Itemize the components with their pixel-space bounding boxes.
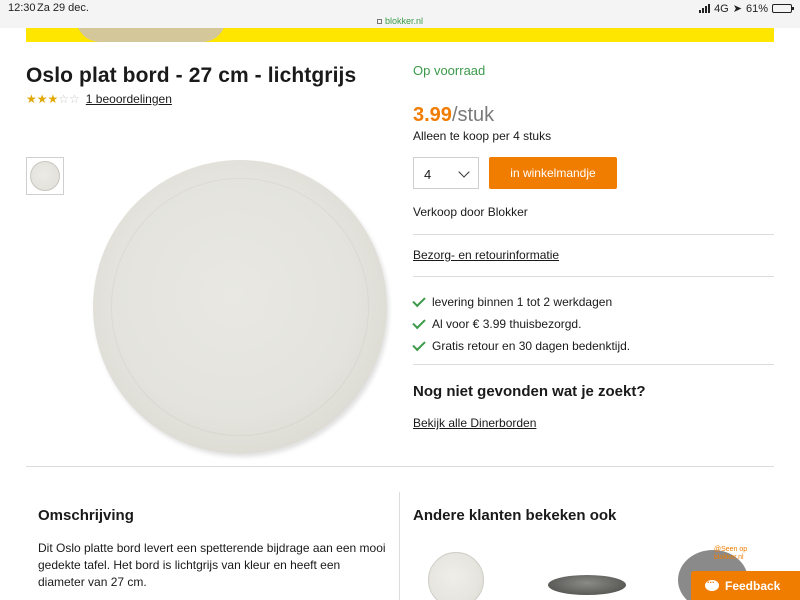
sold-per-note: Alleen te koop per 4 stuks (413, 129, 552, 143)
quantity-value: 4 (424, 167, 432, 182)
all-dinner-plates-link[interactable]: Bekijk alle Dinerborden (413, 416, 536, 430)
product-price: 3.99/stuk (413, 104, 494, 127)
usp-list: levering binnen 1 tot 2 werkdagen Al voo… (412, 291, 630, 357)
shipping-info-link[interactable]: Bezorg- en retourinformatie (413, 248, 559, 262)
usp-item: Al voor € 3.99 thuisbezorgd. (412, 313, 630, 335)
divider (413, 364, 774, 365)
divider (413, 276, 774, 277)
related-heading: Andere klanten bekeken ook (413, 507, 617, 524)
stock-status: Op voorraad (413, 63, 486, 78)
related-product-image[interactable] (428, 552, 484, 600)
star-rating-icon: ★★★☆☆ (26, 92, 80, 106)
gallery-thumbnail[interactable] (26, 157, 64, 195)
product-image[interactable] (93, 160, 387, 454)
quantity-select[interactable]: 4 (413, 157, 479, 189)
status-indicators: 4G ➤ 61% (699, 2, 794, 15)
reviews-link[interactable]: 1 beoordelingen (86, 92, 172, 106)
usp-item: levering binnen 1 tot 2 werkdagen (412, 291, 630, 313)
feedback-button[interactable]: Feedback (691, 571, 800, 600)
seen-on-tag: @Seen op blokker.nl (714, 546, 748, 561)
url-text: blokker.nl (384, 16, 424, 26)
status-time: 12:30 (8, 2, 36, 14)
address-bar[interactable]: blokker.nl (0, 16, 800, 28)
price-amount: 3.99 (413, 104, 452, 126)
status-bar: 12:30 Za 29 dec. 4G ➤ 61% (0, 0, 800, 16)
battery-icon (772, 4, 794, 13)
chat-bubble-icon (705, 575, 719, 591)
description-heading: Omschrijving (38, 507, 134, 524)
location-icon: ➤ (732, 3, 742, 15)
add-to-cart-button[interactable]: in winkelmandje (489, 157, 617, 189)
battery-percent: 61% (745, 2, 768, 15)
check-icon (412, 337, 426, 351)
product-rating: ★★★☆☆ 1 beoordelingen (26, 92, 172, 106)
price-unit: /stuk (451, 104, 495, 126)
lock-icon (376, 19, 382, 24)
check-icon (412, 315, 426, 329)
not-found-heading: Nog niet gevonden wat je zoekt? (413, 383, 646, 400)
check-icon (412, 293, 426, 307)
promo-banner[interactable] (26, 28, 774, 42)
status-date: Za 29 dec. (37, 2, 89, 14)
seller-info: Verkoop door Blokker (413, 205, 528, 219)
thumbnail-image (30, 161, 60, 191)
chevron-down-icon (458, 166, 470, 178)
network-label: 4G (714, 2, 729, 15)
feedback-label: Feedback (725, 578, 781, 593)
description-text: Dit Oslo platte bord levert een spettere… (38, 541, 386, 589)
product-title: Oslo plat bord - 27 cm - lichtgrijs (26, 64, 357, 87)
divider (413, 234, 774, 235)
section-divider (26, 466, 774, 467)
related-product-image[interactable] (548, 575, 626, 595)
signal-icon (699, 4, 711, 13)
banner-image (76, 28, 226, 42)
usp-item: Gratis retour en 30 dagen bedenktijd. (412, 335, 630, 357)
column-divider (399, 492, 400, 600)
